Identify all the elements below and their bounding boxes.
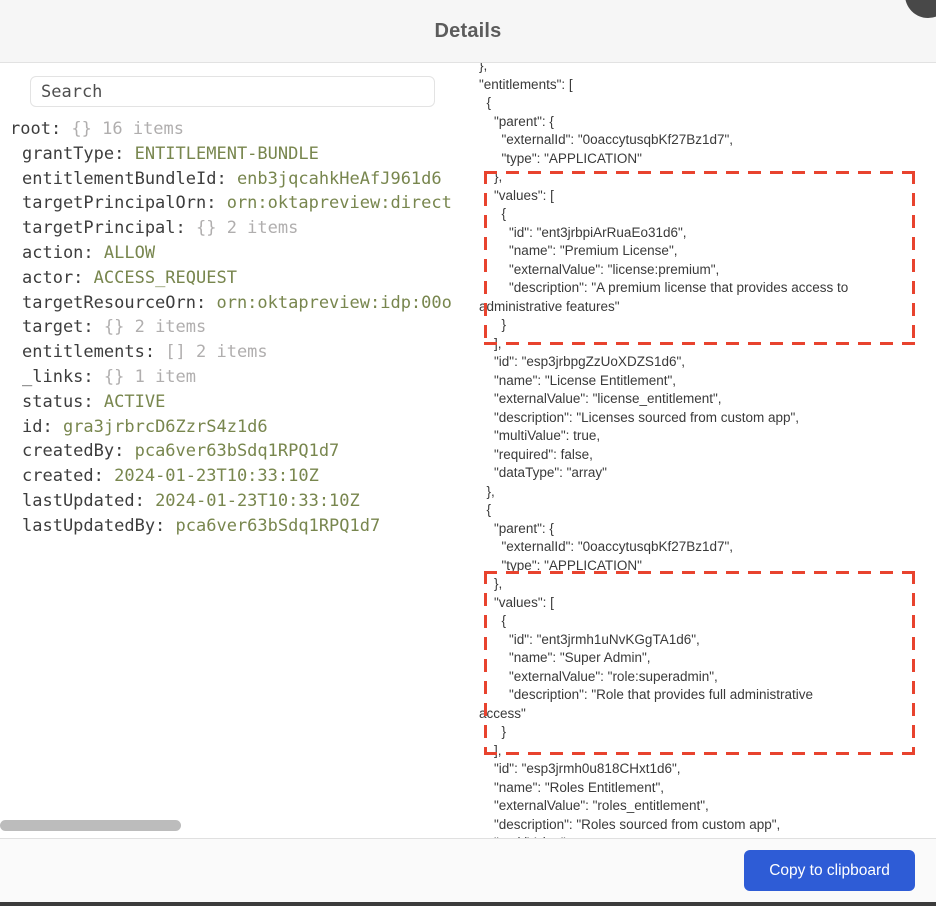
raw-json-panel: }, "entitlements": [ { "parent": { "exte…	[467, 63, 936, 838]
raw-json: }, "entitlements": [ { "parent": { "exte…	[479, 63, 849, 838]
tree-value: pca6ver63bSdq1RPQ1d7	[134, 441, 340, 462]
tree-row-entitlementBundleId: entitlementBundleId: enb3jqcahkHeAfJ961d…	[0, 167, 467, 192]
tree-row-root[interactable]: root: {} 16 items	[0, 117, 467, 142]
tree-value: ALLOW	[103, 242, 156, 263]
tree-row-target[interactable]: target: {} 2 items	[0, 315, 467, 340]
tree-value: 2024-01-23T10:33:10Z	[114, 466, 319, 487]
details-modal: Details root: {} 16 itemsgrantType: ENTI…	[0, 0, 936, 906]
tree-key: grantType:	[22, 143, 135, 164]
tree-value: pca6ver63bSdq1RPQ1d7	[175, 515, 381, 536]
tree-row-lastUpdatedBy: lastUpdatedBy: pca6ver63bSdq1RPQ1d7	[0, 514, 467, 539]
tree-key: action:	[22, 242, 104, 263]
tree-key: created:	[22, 466, 115, 487]
tree-key: entitlements:	[22, 342, 166, 363]
json-tree-panel: root: {} 16 itemsgrantType: ENTITLEMENT-…	[0, 63, 467, 838]
tree-key: targetPrincipalOrn:	[22, 193, 227, 214]
tree-value: 2024-01-23T10:33:10Z	[155, 490, 360, 511]
tree-key: actor:	[22, 267, 94, 288]
modal-footer: Copy to clipboard	[0, 838, 936, 902]
tree-row-createdBy: createdBy: pca6ver63bSdq1RPQ1d7	[0, 439, 467, 464]
tree-key: lastUpdatedBy:	[22, 515, 176, 536]
tree-value: gra3jrbrcD6ZzrS4z1d6	[62, 416, 268, 437]
tree-row-targetResourceOrn: targetResourceOrn: orn:oktapreview:idp:0…	[0, 291, 467, 316]
tree-row-actor: actor: ACCESS_REQUEST	[0, 266, 467, 291]
tree-row-entitlements[interactable]: entitlements: [] 2 items	[0, 340, 467, 365]
tree-key: target:	[22, 317, 104, 338]
modal-bottom-edge	[0, 902, 936, 906]
tree-value: ENTITLEMENT-BUNDLE	[134, 143, 319, 164]
modal-title: Details	[434, 19, 502, 42]
copy-to-clipboard-button[interactable]: Copy to clipboard	[744, 850, 915, 891]
tree-key: targetPrincipal:	[22, 218, 196, 239]
tree-value: ACCESS_REQUEST	[93, 267, 237, 288]
tree-row-action: action: ALLOW	[0, 241, 467, 266]
tree-value: {} 1 item	[103, 366, 197, 387]
tree-row-targetPrincipal[interactable]: targetPrincipal: {} 2 items	[0, 216, 467, 241]
tree-key: root:	[10, 119, 72, 139]
tree-key: id:	[22, 416, 63, 437]
tree-key: status:	[22, 391, 104, 412]
modal-header: Details	[0, 0, 936, 63]
tree-key: targetResourceOrn:	[22, 292, 217, 313]
tree-row-grantType: grantType: ENTITLEMENT-BUNDLE	[0, 142, 467, 167]
tree-row-targetPrincipalOrn: targetPrincipalOrn: orn:oktapreview:dire…	[0, 191, 467, 216]
search-input[interactable]	[30, 76, 435, 107]
tree-value: [] 2 items	[165, 342, 268, 363]
tree-value: orn:oktapreview:idp:00o	[216, 292, 452, 313]
tree-value: {} 2 items	[103, 317, 207, 338]
horizontal-scrollbar[interactable]	[0, 820, 181, 831]
tree-value: orn:oktapreview:direct	[226, 193, 452, 214]
tree-row-_links[interactable]: _links: {} 1 item	[0, 365, 467, 390]
tree-value: {} 2 items	[196, 218, 299, 239]
tree-key: _links:	[22, 366, 104, 387]
json-tree: root: {} 16 items grantType: ENTITLEMENT-…	[0, 117, 467, 539]
tree-key: lastUpdated:	[22, 490, 156, 511]
tree-value: ACTIVE	[103, 391, 166, 412]
tree-row-status: status: ACTIVE	[0, 390, 467, 415]
tree-row-created: created: 2024-01-23T10:33:10Z	[0, 464, 467, 489]
tree-key: createdBy:	[22, 441, 135, 462]
tree-value: {} 16 items	[71, 119, 185, 139]
tree-value: enb3jqcahkHeAfJ961d6	[236, 168, 442, 189]
tree-row-lastUpdated: lastUpdated: 2024-01-23T10:33:10Z	[0, 489, 467, 514]
tree-row-id: id: gra3jrbrcD6ZzrS4z1d6	[0, 415, 467, 440]
tree-key: entitlementBundleId:	[22, 168, 237, 189]
